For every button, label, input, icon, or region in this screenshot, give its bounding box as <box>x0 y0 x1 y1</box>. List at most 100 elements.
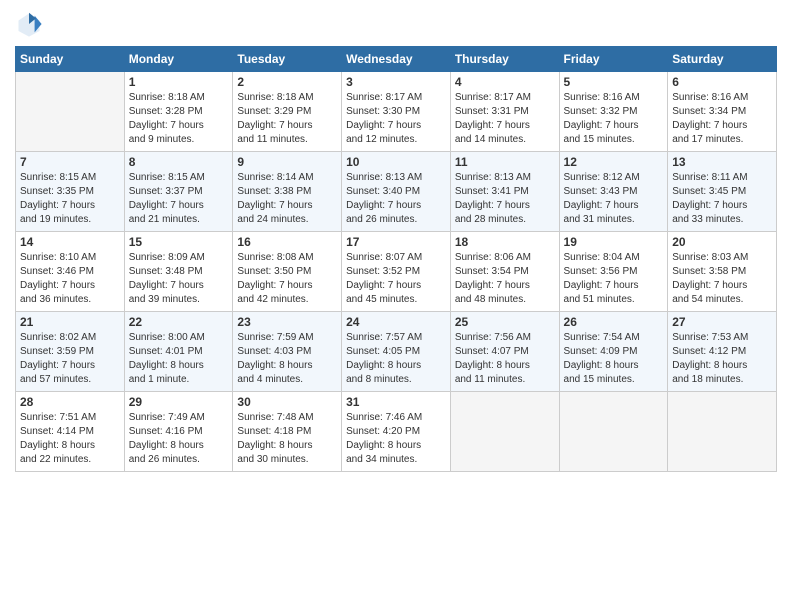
page-header <box>15 10 777 38</box>
calendar-day-cell: 7 Sunrise: 8:15 AM Sunset: 3:35 PM Daylig… <box>16 152 125 232</box>
day-info: Sunrise: 8:16 AM Sunset: 3:34 PM Dayligh… <box>672 91 772 147</box>
day-number: 27 <box>672 315 772 329</box>
day-info: Sunrise: 8:09 AM Sunset: 3:48 PM Dayligh… <box>129 251 229 307</box>
calendar-day-cell: 27 Sunrise: 7:53 AM Sunset: 4:12 PM Dayli… <box>668 312 777 392</box>
calendar-day-cell: 10 Sunrise: 8:13 AM Sunset: 3:40 PM Dayli… <box>342 152 451 232</box>
calendar-day-cell: 16 Sunrise: 8:08 AM Sunset: 3:50 PM Dayli… <box>233 232 342 312</box>
day-info: Sunrise: 8:14 AM Sunset: 3:38 PM Dayligh… <box>237 171 337 227</box>
calendar-day-cell: 5Sunrise: 8:16 AM Sunset: 3:32 PM Daylig… <box>559 72 668 152</box>
calendar-week-row: 14 Sunrise: 8:10 AM Sunset: 3:46 PM Dayli… <box>16 232 777 312</box>
calendar-day-cell: 26 Sunrise: 7:54 AM Sunset: 4:09 PM Dayli… <box>559 312 668 392</box>
day-info: Sunrise: 8:13 AM Sunset: 3:40 PM Dayligh… <box>346 171 446 227</box>
day-number: 12 <box>564 155 664 169</box>
day-info: Sunrise: 7:53 AM Sunset: 4:12 PM Dayligh… <box>672 331 772 387</box>
calendar-day-cell: 19Sunrise: 8:04 AM Sunset: 3:56 PM Dayli… <box>559 232 668 312</box>
calendar-day-cell: 22 Sunrise: 8:00 AM Sunset: 4:01 PM Dayli… <box>124 312 233 392</box>
calendar-day-cell: 12 Sunrise: 8:12 AM Sunset: 3:43 PM Dayli… <box>559 152 668 232</box>
calendar-day-cell: 3 Sunrise: 8:17 AM Sunset: 3:30 PM Daylig… <box>342 72 451 152</box>
day-number: 8 <box>129 155 229 169</box>
calendar-day-cell: 29 Sunrise: 7:49 AM Sunset: 4:16 PM Dayli… <box>124 392 233 472</box>
day-number: 7 <box>20 155 120 169</box>
calendar-day-cell <box>559 392 668 472</box>
day-info: Sunrise: 8:15 AM Sunset: 3:35 PM Dayligh… <box>20 171 120 227</box>
day-number: 15 <box>129 235 229 249</box>
day-info: Sunrise: 8:08 AM Sunset: 3:50 PM Dayligh… <box>237 251 337 307</box>
calendar-week-row: 7 Sunrise: 8:15 AM Sunset: 3:35 PM Daylig… <box>16 152 777 232</box>
day-number: 25 <box>455 315 555 329</box>
calendar-day-cell: 6 Sunrise: 8:16 AM Sunset: 3:34 PM Daylig… <box>668 72 777 152</box>
calendar-day-cell: 18Sunrise: 8:06 AM Sunset: 3:54 PM Dayli… <box>450 232 559 312</box>
day-info: Sunrise: 8:04 AM Sunset: 3:56 PM Dayligh… <box>564 251 664 307</box>
day-info: Sunrise: 8:18 AM Sunset: 3:28 PM Dayligh… <box>129 91 229 147</box>
day-number: 1 <box>129 75 229 89</box>
day-number: 30 <box>237 395 337 409</box>
calendar-day-cell: 2Sunrise: 8:18 AM Sunset: 3:29 PM Daylig… <box>233 72 342 152</box>
day-info: Sunrise: 7:57 AM Sunset: 4:05 PM Dayligh… <box>346 331 446 387</box>
calendar-day-cell: 21 Sunrise: 8:02 AM Sunset: 3:59 PM Dayli… <box>16 312 125 392</box>
day-number: 11 <box>455 155 555 169</box>
calendar-day-cell: 24 Sunrise: 7:57 AM Sunset: 4:05 PM Dayli… <box>342 312 451 392</box>
day-number: 13 <box>672 155 772 169</box>
day-info: Sunrise: 8:13 AM Sunset: 3:41 PM Dayligh… <box>455 171 555 227</box>
day-number: 21 <box>20 315 120 329</box>
day-info: Sunrise: 8:17 AM Sunset: 3:31 PM Dayligh… <box>455 91 555 147</box>
calendar-day-cell: 28Sunrise: 7:51 AM Sunset: 4:14 PM Dayli… <box>16 392 125 472</box>
calendar-day-cell <box>16 72 125 152</box>
calendar-day-cell: 4 Sunrise: 8:17 AM Sunset: 3:31 PM Daylig… <box>450 72 559 152</box>
calendar-day-cell <box>450 392 559 472</box>
day-number: 29 <box>129 395 229 409</box>
calendar-day-cell: 13 Sunrise: 8:11 AM Sunset: 3:45 PM Dayli… <box>668 152 777 232</box>
calendar-day-cell: 14 Sunrise: 8:10 AM Sunset: 3:46 PM Dayli… <box>16 232 125 312</box>
day-info: Sunrise: 8:00 AM Sunset: 4:01 PM Dayligh… <box>129 331 229 387</box>
day-number: 24 <box>346 315 446 329</box>
calendar-header-row: SundayMondayTuesdayWednesdayThursdayFrid… <box>16 47 777 72</box>
calendar-day-cell: 1 Sunrise: 8:18 AM Sunset: 3:28 PM Daylig… <box>124 72 233 152</box>
calendar-day-cell: 15 Sunrise: 8:09 AM Sunset: 3:48 PM Dayli… <box>124 232 233 312</box>
day-info: Sunrise: 8:07 AM Sunset: 3:52 PM Dayligh… <box>346 251 446 307</box>
calendar-day-cell: 20Sunrise: 8:03 AM Sunset: 3:58 PM Dayli… <box>668 232 777 312</box>
day-number: 9 <box>237 155 337 169</box>
day-info: Sunrise: 8:10 AM Sunset: 3:46 PM Dayligh… <box>20 251 120 307</box>
day-of-week-header: Saturday <box>668 47 777 72</box>
day-info: Sunrise: 8:02 AM Sunset: 3:59 PM Dayligh… <box>20 331 120 387</box>
day-number: 3 <box>346 75 446 89</box>
day-info: Sunrise: 7:56 AM Sunset: 4:07 PM Dayligh… <box>455 331 555 387</box>
calendar-day-cell: 25 Sunrise: 7:56 AM Sunset: 4:07 PM Dayli… <box>450 312 559 392</box>
day-number: 2 <box>237 75 337 89</box>
day-number: 23 <box>237 315 337 329</box>
calendar-week-row: 1 Sunrise: 8:18 AM Sunset: 3:28 PM Daylig… <box>16 72 777 152</box>
calendar-table: SundayMondayTuesdayWednesdayThursdayFrid… <box>15 46 777 472</box>
calendar-week-row: 28Sunrise: 7:51 AM Sunset: 4:14 PM Dayli… <box>16 392 777 472</box>
day-number: 22 <box>129 315 229 329</box>
day-number: 31 <box>346 395 446 409</box>
day-number: 14 <box>20 235 120 249</box>
calendar-day-cell: 30 Sunrise: 7:48 AM Sunset: 4:18 PM Dayli… <box>233 392 342 472</box>
day-number: 4 <box>455 75 555 89</box>
day-info: Sunrise: 8:17 AM Sunset: 3:30 PM Dayligh… <box>346 91 446 147</box>
day-number: 10 <box>346 155 446 169</box>
calendar-day-cell: 9 Sunrise: 8:14 AM Sunset: 3:38 PM Daylig… <box>233 152 342 232</box>
calendar-week-row: 21 Sunrise: 8:02 AM Sunset: 3:59 PM Dayli… <box>16 312 777 392</box>
calendar-day-cell: 23Sunrise: 7:59 AM Sunset: 4:03 PM Dayli… <box>233 312 342 392</box>
generalblue-logo-icon <box>15 10 43 38</box>
calendar-day-cell <box>668 392 777 472</box>
calendar-day-cell: 31Sunrise: 7:46 AM Sunset: 4:20 PM Dayli… <box>342 392 451 472</box>
day-info: Sunrise: 7:54 AM Sunset: 4:09 PM Dayligh… <box>564 331 664 387</box>
day-info: Sunrise: 8:06 AM Sunset: 3:54 PM Dayligh… <box>455 251 555 307</box>
calendar-day-cell: 17 Sunrise: 8:07 AM Sunset: 3:52 PM Dayli… <box>342 232 451 312</box>
day-number: 16 <box>237 235 337 249</box>
day-number: 28 <box>20 395 120 409</box>
day-number: 17 <box>346 235 446 249</box>
day-of-week-header: Thursday <box>450 47 559 72</box>
day-info: Sunrise: 8:11 AM Sunset: 3:45 PM Dayligh… <box>672 171 772 227</box>
day-of-week-header: Tuesday <box>233 47 342 72</box>
day-number: 6 <box>672 75 772 89</box>
day-of-week-header: Friday <box>559 47 668 72</box>
day-info: Sunrise: 7:48 AM Sunset: 4:18 PM Dayligh… <box>237 411 337 467</box>
day-info: Sunrise: 8:12 AM Sunset: 3:43 PM Dayligh… <box>564 171 664 227</box>
day-info: Sunrise: 8:15 AM Sunset: 3:37 PM Dayligh… <box>129 171 229 227</box>
day-number: 26 <box>564 315 664 329</box>
day-info: Sunrise: 7:49 AM Sunset: 4:16 PM Dayligh… <box>129 411 229 467</box>
day-info: Sunrise: 8:03 AM Sunset: 3:58 PM Dayligh… <box>672 251 772 307</box>
logo <box>15 10 47 38</box>
